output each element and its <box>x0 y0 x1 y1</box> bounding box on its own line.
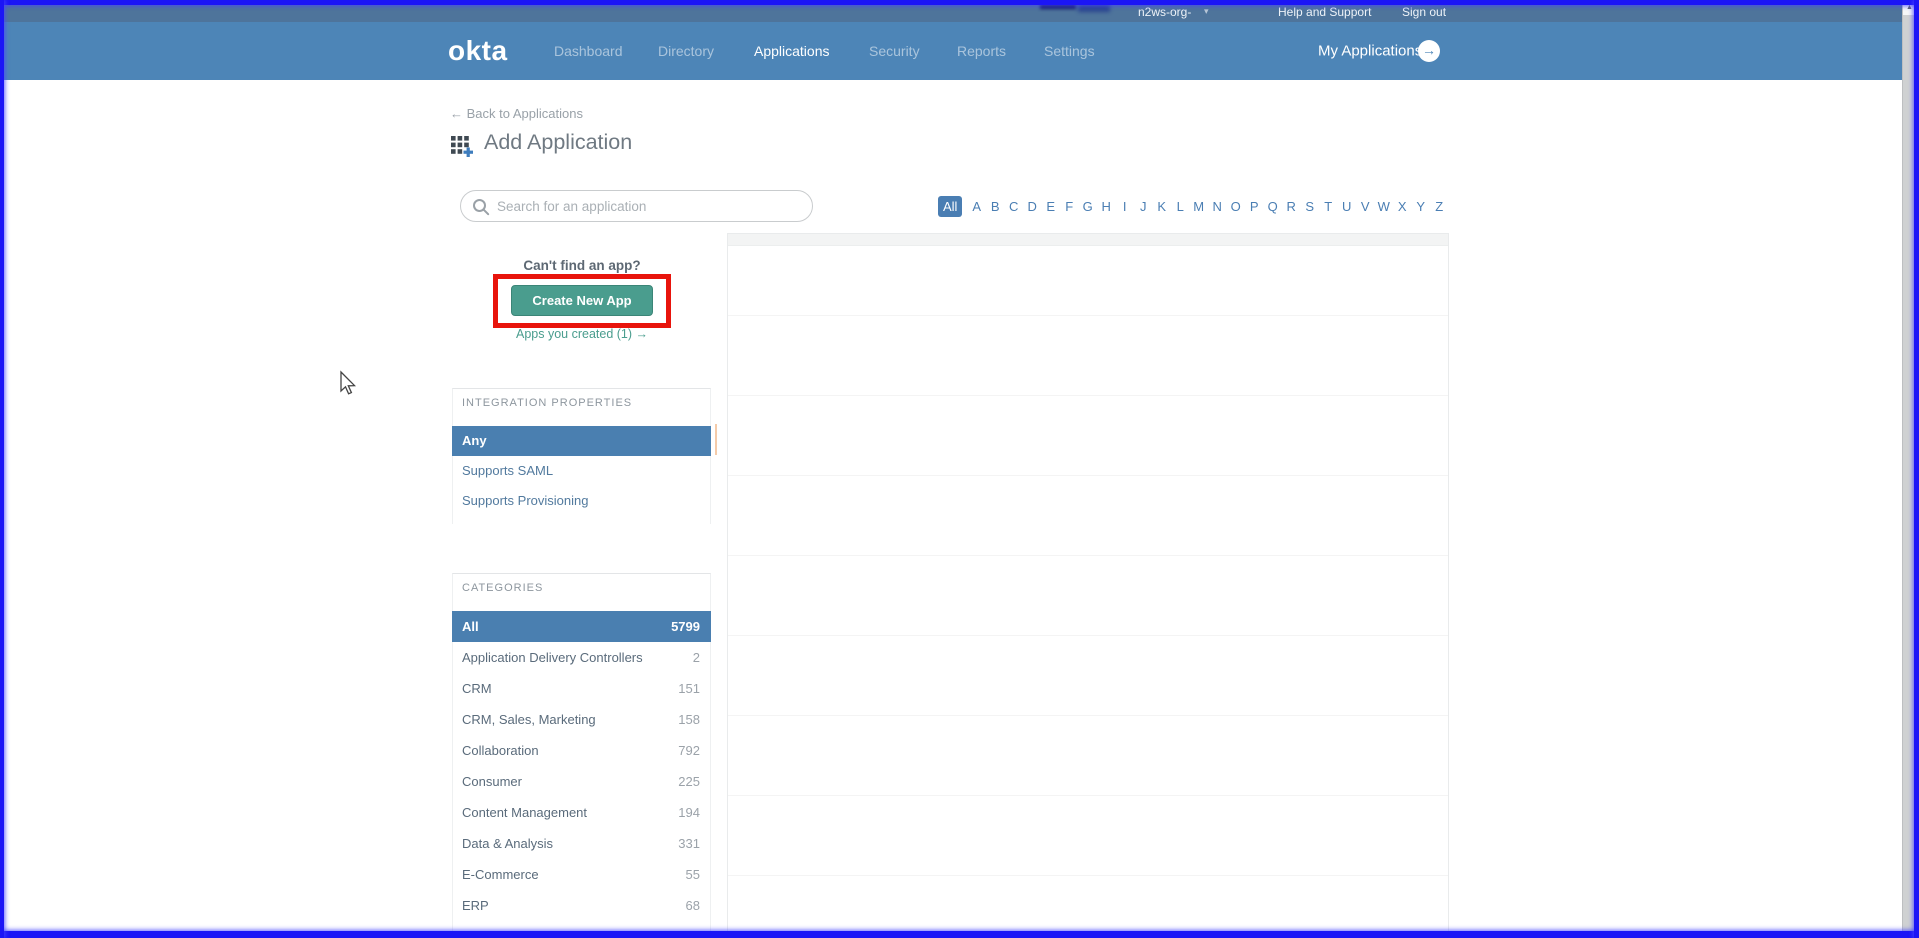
alphabet-letter[interactable]: Y <box>1411 199 1430 214</box>
category-row[interactable]: 194 Content Management <box>453 797 710 828</box>
category-row[interactable]: 158 CRM, Sales, Marketing <box>453 704 710 735</box>
alphabet-letter[interactable]: C <box>1004 199 1023 214</box>
alphabet-letter[interactable]: H <box>1097 199 1116 214</box>
nav-item-directory[interactable]: Directory <box>658 43 714 59</box>
category-row[interactable]: 792 Collaboration <box>453 735 710 766</box>
faded-app-list <box>728 246 1448 937</box>
categories-section: CATEGORIES 5799 All 2 Application Delivery… <box>452 573 711 938</box>
back-to-applications-link[interactable]: ← Back to Applications <box>450 106 583 121</box>
org-name[interactable]: n2ws-org- <box>1138 5 1191 19</box>
create-app-promo: Can't find an app? Create New App Apps y… <box>452 258 712 341</box>
alphabet-letter[interactable]: F <box>1060 199 1079 214</box>
window-frame <box>0 0 1919 5</box>
category-row[interactable]: 331 Data & Analysis <box>453 828 710 859</box>
panel-header-strip <box>728 234 1448 246</box>
nav-item-security[interactable]: Security <box>869 43 920 59</box>
filter-supports-saml[interactable]: Supports SAML <box>453 456 710 486</box>
my-applications-link[interactable]: My Applications <box>1318 43 1422 60</box>
alphabet-letter[interactable]: T <box>1319 199 1338 214</box>
main-navbar: okta Dashboard Directory Applications Se… <box>0 22 1919 80</box>
okta-logo[interactable]: okta <box>448 35 508 67</box>
back-arrow-icon: ← <box>450 106 463 121</box>
render-artifact <box>715 424 717 455</box>
alphabet-letter[interactable]: S <box>1300 199 1319 214</box>
alphabet-letter[interactable]: U <box>1337 199 1356 214</box>
back-link-label: Back to Applications <box>466 106 583 121</box>
alphabet-letter[interactable]: G <box>1078 199 1097 214</box>
integration-properties-section: INTEGRATION PROPERTIES Any Supports SAML… <box>452 388 711 524</box>
nav-item-settings[interactable]: Settings <box>1044 43 1095 59</box>
alphabet-letter[interactable]: Q <box>1263 199 1282 214</box>
help-and-support-link[interactable]: Help and Support <box>1278 5 1371 19</box>
page-title: Add Application <box>484 130 633 154</box>
sign-out-link[interactable]: Sign out <box>1402 5 1446 19</box>
alphabet-letter[interactable]: R <box>1282 199 1301 214</box>
apps-you-created-link[interactable]: Apps you created (1) → <box>452 327 712 341</box>
alphabet-letter[interactable]: V <box>1356 199 1375 214</box>
alphabet-filter-all[interactable]: All <box>938 196 963 217</box>
okta-add-application-page: n2ws-org- ▾ Help and Support Sign out ok… <box>0 0 1919 938</box>
alphabet-letter[interactable]: A <box>967 199 986 214</box>
window-frame <box>0 0 4 938</box>
category-all[interactable]: 5799 All <box>452 611 711 642</box>
nav-item-dashboard[interactable]: Dashboard <box>554 43 623 59</box>
create-new-app-button[interactable]: Create New App <box>511 285 653 316</box>
window-frame <box>1914 0 1919 938</box>
filter-sidebar: INTEGRATION PROPERTIES Any Supports SAML… <box>452 388 711 938</box>
filter-any[interactable]: Any <box>452 426 711 456</box>
alphabet-letter[interactable]: B <box>986 199 1005 214</box>
filter-supports-provisioning[interactable]: Supports Provisioning <box>453 486 710 516</box>
category-row[interactable]: 2 Application Delivery Controllers <box>453 642 710 673</box>
annotation-highlight-box: Create New App <box>493 274 671 328</box>
alphabet-letter[interactable]: D <box>1023 199 1042 214</box>
alphabet-letter[interactable]: K <box>1152 199 1171 214</box>
category-row[interactable]: 151 CRM <box>453 673 710 704</box>
alphabet-filter: All A B C D E F G H I J K L M N O P Q R … <box>938 195 1448 218</box>
alphabet-letter[interactable]: P <box>1245 199 1264 214</box>
app-results-panel <box>727 233 1449 938</box>
alphabet-letter[interactable]: Z <box>1430 199 1449 214</box>
category-row[interactable]: 55 E-Commerce <box>453 859 710 890</box>
nav-item-applications[interactable]: Applications <box>754 43 830 59</box>
search-input[interactable] <box>497 192 797 220</box>
category-row[interactable]: 68 ERP <box>453 890 710 921</box>
window-frame <box>0 931 1919 938</box>
categories-header: CATEGORIES <box>462 582 544 594</box>
alphabet-letter[interactable]: W <box>1374 199 1393 214</box>
alphabet-letter[interactable]: I <box>1115 199 1134 214</box>
alphabet-letter[interactable]: O <box>1226 199 1245 214</box>
mouse-cursor <box>335 369 359 404</box>
nav-item-reports[interactable]: Reports <box>957 43 1006 59</box>
alphabet-letter[interactable]: J <box>1134 199 1153 214</box>
my-applications-arrow-icon[interactable]: → <box>1418 40 1440 62</box>
alphabet-letter[interactable]: E <box>1041 199 1060 214</box>
integration-properties-header: INTEGRATION PROPERTIES <box>462 397 633 409</box>
add-application-icon <box>450 133 474 157</box>
category-row[interactable]: 225 Consumer <box>453 766 710 797</box>
alphabet-letter[interactable]: L <box>1171 199 1190 214</box>
cant-find-app-heading: Can't find an app? <box>523 258 641 273</box>
caret-down-icon[interactable]: ▾ <box>1204 6 1209 17</box>
alphabet-letter[interactable]: N <box>1208 199 1227 214</box>
alphabet-letter[interactable]: X <box>1393 199 1412 214</box>
search-icon <box>473 199 490 216</box>
app-search <box>460 190 813 222</box>
alphabet-letter[interactable]: M <box>1189 199 1208 214</box>
